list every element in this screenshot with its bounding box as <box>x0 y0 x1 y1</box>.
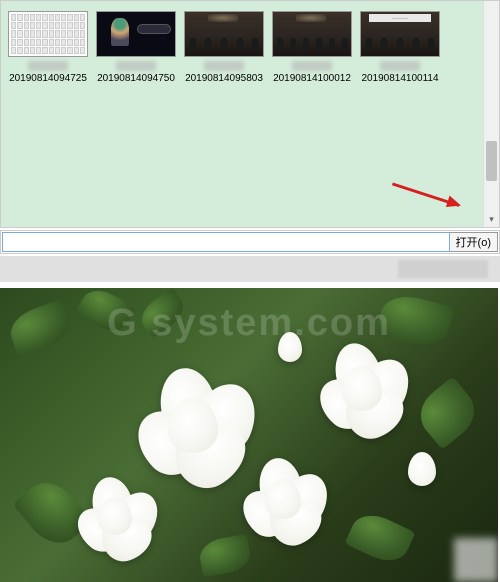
thumbnail-image <box>96 11 176 57</box>
thumbnail-item[interactable]: ———— 20190814100114 <box>359 11 441 84</box>
thumbnail-item[interactable]: 20190814094725 <box>7 11 89 84</box>
scroll-down-icon[interactable]: ▾ <box>484 211 499 227</box>
thumbnail-item[interactable]: 20190814095803 <box>183 11 265 84</box>
corner-blur <box>454 538 498 582</box>
vertical-scrollbar[interactable]: ▾ <box>483 1 499 227</box>
thumbnail-label: 20190814100114 <box>361 73 438 84</box>
dialog-bottom-bar <box>0 256 500 282</box>
thumbnail-meta-blur <box>116 61 156 71</box>
thumbnail-label: 20190814094725 <box>9 73 87 84</box>
thumbnail-label: 20190814100012 <box>273 73 351 84</box>
thumbnail-image <box>184 11 264 57</box>
scrollbar-thumb[interactable] <box>486 141 497 181</box>
thumbnail-image <box>272 11 352 57</box>
thumbnail-item[interactable]: 20190814100012 <box>271 11 353 84</box>
dialog-button-blur <box>398 260 488 278</box>
filename-input[interactable] <box>2 232 450 252</box>
thumbnail-meta-blur <box>380 61 420 71</box>
thumbnail-item[interactable]: 20190814094750 <box>95 11 177 84</box>
thumbnail-list: 20190814094725 20190814094750 2019081409… <box>5 9 495 86</box>
thumbnail-image <box>8 11 88 57</box>
thumbnail-meta-blur <box>204 61 244 71</box>
thumbnail-label: 20190814095803 <box>185 73 263 84</box>
filename-bar: 打开(o) <box>0 230 500 254</box>
open-button-label: 打开(o) <box>456 234 491 250</box>
annotation-arrow <box>392 182 460 206</box>
file-browser-panel: 20190814094725 20190814094750 2019081409… <box>0 0 500 228</box>
thumbnail-meta-blur <box>28 61 68 71</box>
flower-photo: G system.com <box>0 288 498 582</box>
thumbnail-meta-blur <box>292 61 332 71</box>
thumbnail-image: ———— <box>360 11 440 57</box>
watermark-text: G system.com <box>107 302 391 345</box>
thumbnail-label: 20190814094750 <box>97 73 175 84</box>
open-button[interactable]: 打开(o) <box>450 232 498 252</box>
